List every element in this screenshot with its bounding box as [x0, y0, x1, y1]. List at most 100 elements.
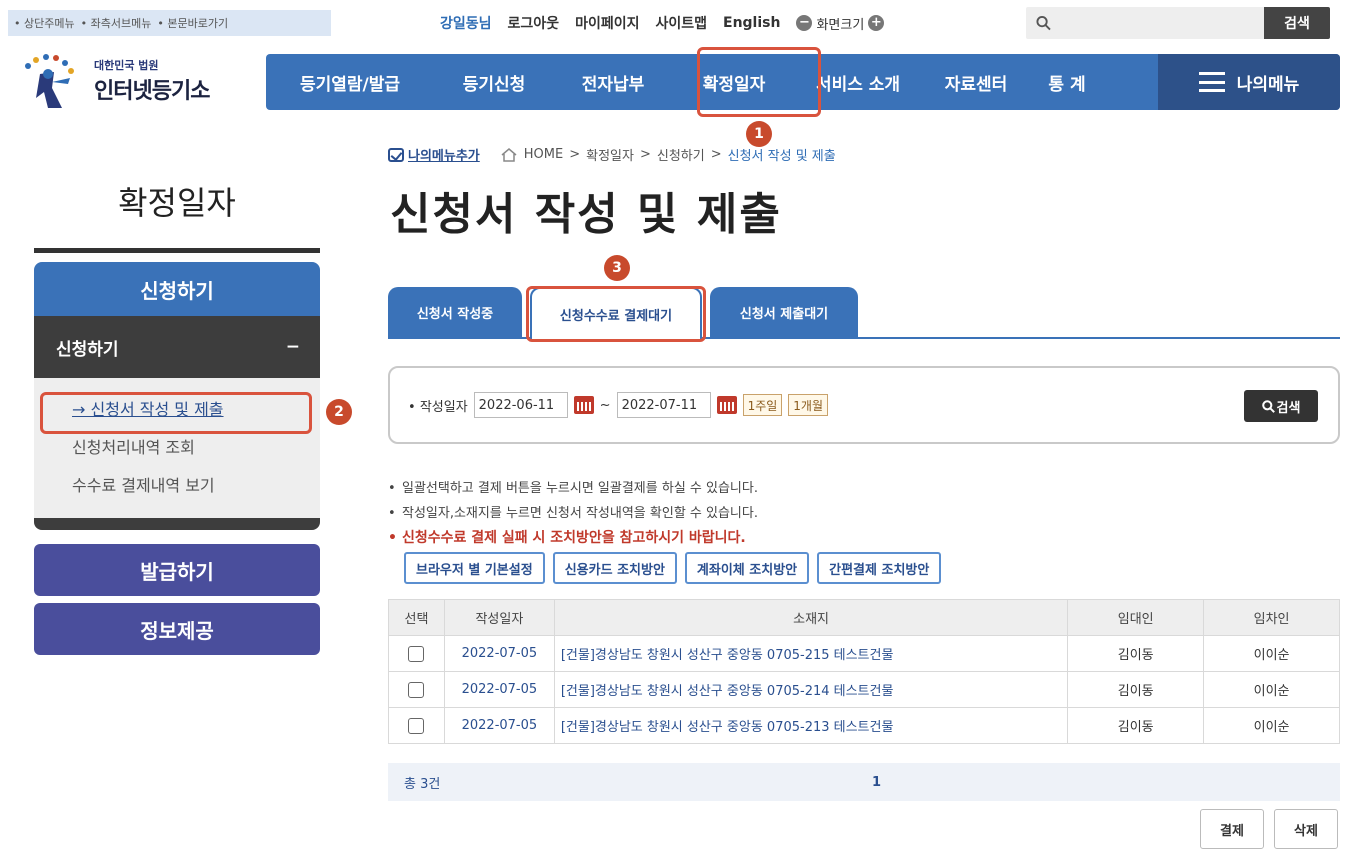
breadcrumb-current: 신청서 작성 및 제출: [727, 149, 836, 164]
breadcrumb-separator: >: [639, 147, 651, 162]
sidebar-divider: [34, 248, 320, 253]
logo-subtitle: 대한민국 법원: [94, 59, 159, 72]
step-badge-2: 2: [326, 399, 352, 425]
sidebar-apply-panel: 신청하기 신청하기 − → 신청서 작성 및 제출 신청처리내역 조회 수수료 …: [34, 262, 320, 530]
breadcrumb-level1[interactable]: 확정일자: [586, 145, 634, 164]
row-date[interactable]: 2022-07-05: [443, 707, 555, 744]
notice-item: • 작성일자,소재지를 누르면 신청서 작성내역을 확인할 수 있습니다.: [388, 506, 758, 521]
pay-button[interactable]: 결제: [1200, 809, 1264, 849]
english-link[interactable]: English: [723, 15, 780, 31]
nav-fixed-date[interactable]: 확정일자: [672, 54, 796, 110]
screen-size-label: 화면크기: [816, 17, 865, 33]
row-checkbox[interactable]: [408, 645, 425, 662]
date-label: • 작성일자: [408, 399, 468, 415]
row-lessee: 이이순: [1203, 635, 1340, 672]
calendar-icon[interactable]: [716, 396, 737, 414]
sidebar-link-fee-history[interactable]: 수수료 결제내역 보기: [72, 472, 320, 496]
calendar-icon[interactable]: [573, 396, 594, 414]
sidebar-submenu-label: 신청하기: [56, 339, 119, 360]
tab-submit-pending[interactable]: 신청서 제출대기: [710, 287, 858, 337]
row-lessor: 김이동: [1067, 671, 1205, 708]
user-name: 강일동님: [440, 16, 492, 32]
search-icon: [1261, 399, 1275, 413]
search-button[interactable]: 검색: [1264, 7, 1330, 39]
column-header-lessor: 임대인: [1067, 599, 1205, 636]
guide-buttons: 브라우저 별 기본설정 신용카드 조치방안 계좌이체 조치방안 간편결제 조치방…: [404, 552, 942, 584]
browser-settings-button[interactable]: 브라우저 별 기본설정: [404, 552, 545, 584]
row-date[interactable]: 2022-07-05: [443, 671, 555, 708]
column-header-address: 소재지: [553, 599, 1069, 636]
sidebar-section-apply[interactable]: 신청하기: [34, 262, 320, 316]
nav-register-apply[interactable]: 등기신청: [434, 54, 554, 110]
add-my-menu-link[interactable]: 나의메뉴추가: [388, 145, 480, 164]
easy-pay-guide-button[interactable]: 간편결제 조치방안: [817, 552, 942, 584]
skip-link-content[interactable]: • 본문바로가기: [157, 15, 228, 31]
column-header-lessee: 임차인: [1203, 599, 1340, 636]
date-to-input[interactable]: [616, 392, 711, 418]
collapse-icon[interactable]: −: [286, 337, 300, 357]
my-menu-button[interactable]: 나의메뉴: [1158, 54, 1340, 110]
search-input[interactable]: [1050, 7, 1264, 39]
page-number[interactable]: 1: [872, 775, 881, 790]
zoom-out-icon[interactable]: −: [796, 15, 813, 31]
sidebar-link-write-submit[interactable]: → 신청서 작성 및 제출: [72, 396, 320, 420]
nav-service-intro[interactable]: 서비스 소개: [796, 54, 920, 110]
nav-resource-center[interactable]: 자료센터: [920, 54, 1032, 110]
row-lessor: 김이동: [1067, 707, 1205, 744]
nav-e-payment[interactable]: 전자납부: [554, 54, 672, 110]
breadcrumb-home[interactable]: HOME: [524, 147, 563, 162]
table-row: 2022-07-05 [건물]경상남도 창원시 성산구 중앙동 0705-215…: [388, 635, 1340, 672]
notice-item: • 일괄선택하고 결제 버튼을 누르시면 일괄결제를 하실 수 있습니다.: [388, 481, 758, 496]
main-navigation: 등기열람/발급 등기신청 전자납부 확정일자 서비스 소개 자료센터 통 계 나…: [266, 54, 1340, 110]
zoom-in-icon[interactable]: +: [868, 15, 885, 31]
range-1month-button[interactable]: 1개월: [788, 394, 828, 416]
date-from-input[interactable]: [473, 392, 568, 418]
column-header-date: 작성일자: [443, 599, 555, 636]
sidebar-submenu-apply[interactable]: 신청하기 −: [34, 316, 320, 378]
tab-writing[interactable]: 신청서 작성중: [388, 287, 522, 337]
delete-button[interactable]: 삭제: [1274, 809, 1338, 849]
row-checkbox[interactable]: [408, 717, 425, 734]
credit-card-guide-button[interactable]: 신용카드 조치방안: [552, 552, 677, 584]
breadcrumb-level2[interactable]: 신청하기: [657, 145, 705, 164]
pagination-bar: 총 3건 1: [388, 763, 1340, 801]
search-icon: [1036, 16, 1051, 31]
mypage-link[interactable]: 마이페이지: [575, 13, 639, 33]
page-title: 신청서 작성 및 제출: [390, 189, 782, 240]
date-search-panel: • 작성일자 ~ 1주일 1개월 검색: [388, 366, 1340, 444]
row-date[interactable]: 2022-07-05: [443, 635, 555, 672]
date-search-button[interactable]: 검색: [1244, 390, 1318, 422]
range-1week-button[interactable]: 1주일: [742, 394, 783, 416]
sidebar-issue-button[interactable]: 발급하기: [34, 544, 320, 596]
column-header-select: 선택: [388, 599, 445, 636]
row-lessee: 이이순: [1203, 707, 1340, 744]
bank-transfer-guide-button[interactable]: 계좌이체 조치방안: [684, 552, 810, 584]
hamburger-icon: [1198, 72, 1225, 92]
skip-link-main-menu[interactable]: • 상단주메뉴: [14, 15, 75, 31]
logout-link[interactable]: 로그아웃: [508, 13, 560, 33]
sidebar-info-button[interactable]: 정보제공: [34, 603, 320, 655]
notice-list: • 일괄선택하고 결제 버튼을 누르시면 일괄결제를 하실 수 있습니다. • 작성…: [388, 476, 758, 551]
site-logo[interactable]: 대한민국 법원 인터넷등기소: [18, 50, 248, 112]
row-address[interactable]: [건물]경상남도 창원시 성산구 중앙동 0705-214 테스트건물: [553, 671, 1069, 708]
court-logo-icon: [18, 52, 86, 110]
logo-title: 인터넷등기소: [94, 79, 210, 104]
tab-fee-payment-pending[interactable]: 신청수수료 결제대기: [530, 287, 702, 339]
sidebar-panel-footer: [34, 518, 320, 530]
step-badge-1: 1: [746, 121, 772, 147]
nav-register-view[interactable]: 등기열람/발급: [266, 54, 434, 110]
nav-statistics[interactable]: 통 계: [1032, 54, 1102, 110]
row-address[interactable]: [건물]경상남도 창원시 성산구 중앙동 0705-215 테스트건물: [553, 635, 1069, 672]
skip-link-side-menu[interactable]: • 좌측서브메뉴: [81, 15, 152, 31]
utility-bar: 강일동님 로그아웃 마이페이지 사이트맵 English − 화면크기 +: [440, 10, 885, 36]
row-address[interactable]: [건물]경상남도 창원시 성산구 중앙동 0705-213 테스트건물: [553, 707, 1069, 744]
my-menu-label: 나의메뉴: [1236, 74, 1300, 95]
tab-bar: 신청서 작성중 신청수수료 결제대기 신청서 제출대기: [388, 287, 1340, 339]
sitemap-link[interactable]: 사이트맵: [655, 13, 707, 33]
table-row: 2022-07-05 [건물]경상남도 창원시 성산구 중앙동 0705-213…: [388, 707, 1340, 744]
screen-size-control: − 화면크기 +: [796, 14, 885, 33]
breadcrumb-separator: >: [569, 147, 581, 162]
total-count: 총 3건: [404, 776, 441, 792]
sidebar-link-process-history[interactable]: 신청처리내역 조회: [72, 434, 320, 458]
row-checkbox[interactable]: [408, 681, 425, 698]
